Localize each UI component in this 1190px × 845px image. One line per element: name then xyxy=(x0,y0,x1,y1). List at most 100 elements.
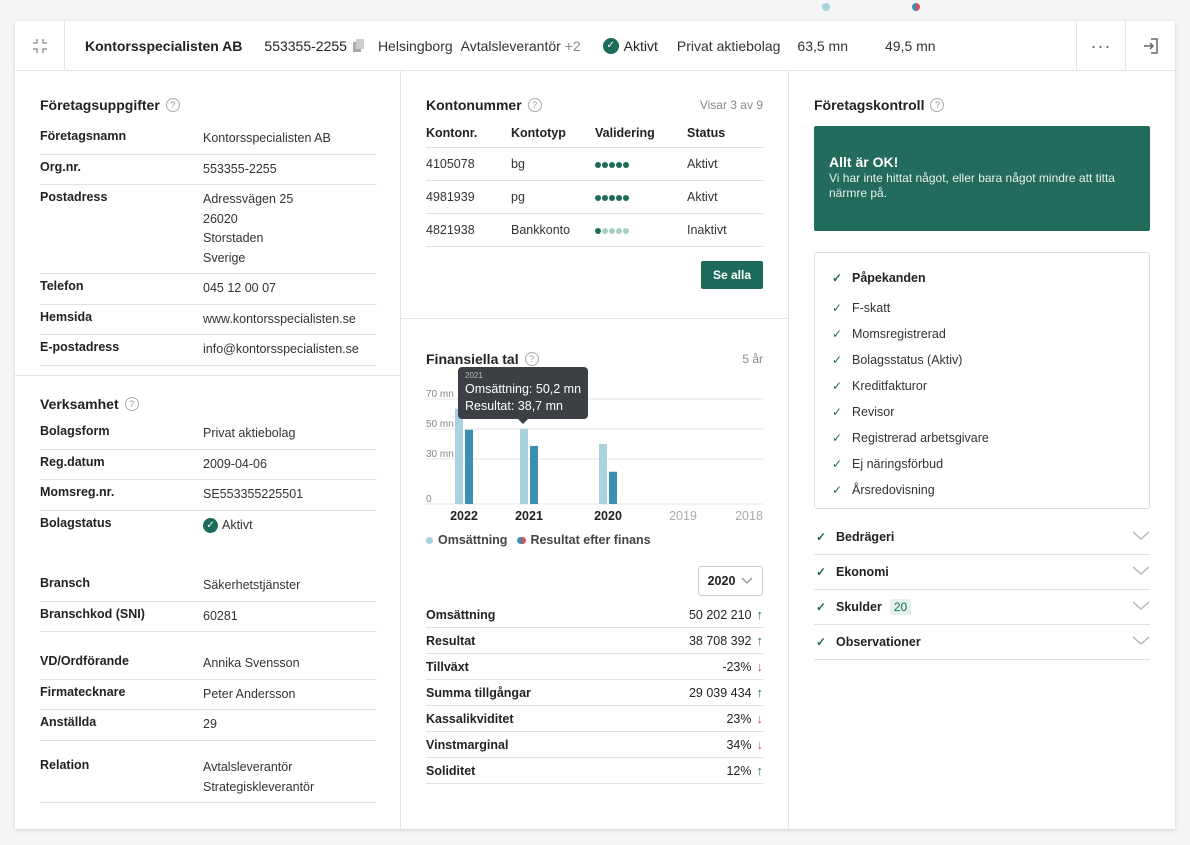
info-key: Relation xyxy=(40,758,90,772)
x-tick-label[interactable]: 2021 xyxy=(515,509,543,523)
info-value: 553355-2255 xyxy=(203,160,377,180)
collapse-button[interactable] xyxy=(15,20,65,71)
info-key: Bolagsform xyxy=(40,424,110,438)
info-value-line: Säkerhetstjänster xyxy=(203,578,301,592)
business-title-text: Verksamhet xyxy=(40,396,119,412)
header-relation-text: Avtalsleverantör xyxy=(460,37,561,54)
table-row[interactable]: 4821938 Bankkonto Inaktivt xyxy=(426,213,763,247)
see-all-button[interactable]: Se alla xyxy=(700,261,763,289)
remarks-checklist: ✓ Påpekanden ✓ F-skatt ✓ Momsregistrerad ✓ Bo… xyxy=(814,252,1150,509)
financial-value: 12% xyxy=(726,763,752,778)
info-value: Annika Svensson xyxy=(203,654,377,674)
table-row[interactable]: 4981939 pg Aktivt xyxy=(426,180,763,214)
help-icon[interactable]: ? xyxy=(124,397,139,411)
header-org-nr: 553355-2255 xyxy=(264,38,364,54)
check-icon: ✓ xyxy=(831,457,843,471)
info-value-line: 553355-2255 xyxy=(203,161,277,176)
help-icon[interactable]: ? xyxy=(165,98,180,112)
help-icon[interactable]: ? xyxy=(527,98,542,112)
table-row[interactable]: 4105078 bg Aktivt xyxy=(426,147,763,181)
section-label: Skulder xyxy=(836,600,882,614)
info-value-line: 60281 xyxy=(203,608,238,623)
y-tick-label: 70 mn xyxy=(426,389,454,400)
validation-dot xyxy=(616,228,622,234)
x-tick-label[interactable]: 2020 xyxy=(594,509,622,523)
financial-value-wrap: 38 708 392 ↑ xyxy=(689,633,763,648)
collapse-icon xyxy=(32,38,47,53)
remarks-list: ✓ F-skatt ✓ Momsregistrerad ✓ Bolagsstatus (A… xyxy=(830,295,1134,503)
validation-dot xyxy=(623,195,629,201)
financials-period: 5 år xyxy=(742,352,763,366)
chart-tooltip: 2021 Omsättning: 50,2 mn Resultat: 38,7 … xyxy=(458,367,589,424)
more-options-button[interactable]: ··· xyxy=(1076,21,1125,71)
info-value: SE553355225501 xyxy=(203,485,377,505)
year-select[interactable]: 2020 xyxy=(698,566,763,596)
remark-label: F-skatt xyxy=(852,301,891,315)
copy-icon[interactable] xyxy=(352,39,364,52)
info-row: Postadress Adressvägen 25 26020 Storstaden S… xyxy=(40,185,377,274)
arrow-down-icon: ↓ xyxy=(756,659,764,674)
company-check-title-text: Företagskontroll xyxy=(814,97,925,113)
bar-result[interactable] xyxy=(530,445,538,504)
info-key: Momsreg.nr. xyxy=(40,485,115,499)
info-value-line[interactable]: www.kontorsspecialisten.se xyxy=(203,312,356,326)
count-badge: 20 xyxy=(889,599,912,615)
check-icon: ✓ xyxy=(815,530,827,544)
help-icon[interactable]: ? xyxy=(524,352,539,366)
legend-revenue[interactable]: Omsättning xyxy=(426,533,507,547)
info-value-line: Privat aktiebolag xyxy=(203,426,296,440)
validation-dot xyxy=(595,195,601,201)
open-button[interactable] xyxy=(1125,21,1175,71)
check-icon: ✓ xyxy=(831,483,843,497)
validation-indicator xyxy=(595,190,630,204)
header-relation-more[interactable]: +2 xyxy=(565,38,581,54)
result-dot xyxy=(517,537,527,544)
info-row: Bolagsform Privat aktiebolag xyxy=(40,419,377,450)
bar-result[interactable] xyxy=(609,471,617,504)
arrow-up-icon: ↑ xyxy=(756,685,764,700)
bar-revenue[interactable] xyxy=(599,444,607,504)
info-row: Reg.datum 2009-04-06 xyxy=(40,450,377,480)
info-key: Företagsnamn xyxy=(40,129,127,143)
remark-label: Ej näringsförbud xyxy=(852,457,944,471)
info-value-line[interactable]: info@kontorsspecialisten.se xyxy=(203,342,359,356)
financial-value: 50 202 210 xyxy=(688,607,752,622)
accounts-column-header[interactable]: Kontonr. xyxy=(426,126,511,148)
info-value: Adressvägen 25 26020 Storstaden Sverige xyxy=(203,190,377,268)
accounts-column-header[interactable]: Validering xyxy=(595,126,687,148)
financial-value: 23% xyxy=(726,711,752,726)
remarks-header[interactable]: ✓ Påpekanden xyxy=(830,265,1134,291)
remark-item: ✓ Kreditfakturor xyxy=(830,373,1134,399)
remark-item: ✓ Bolagsstatus (Aktiv) xyxy=(830,347,1134,373)
business-list-c: VD/Ordförande Annika Svensson Firmatecknar… xyxy=(40,649,377,741)
legend-result[interactable]: Resultat efter finans xyxy=(517,533,651,547)
accounts-column-header[interactable]: Status xyxy=(687,126,763,148)
info-value: 2009-04-06 xyxy=(203,455,377,475)
check-section-bedrägeri[interactable]: ✓ Bedrägeri xyxy=(814,520,1150,555)
bar-revenue[interactable] xyxy=(520,428,528,504)
check-section-ekonomi[interactable]: ✓ Ekonomi xyxy=(814,555,1150,590)
arrow-down-icon: ↓ xyxy=(756,711,764,726)
bar-result[interactable] xyxy=(465,429,473,504)
info-value: info@kontorsspecialisten.se xyxy=(203,340,377,360)
financials-list: Omsättning 50 202 210 ↑ Resultat 38 708 392 ↑… xyxy=(426,602,763,784)
validation-indicator xyxy=(595,157,630,171)
x-tick-label[interactable]: 2022 xyxy=(450,509,478,523)
accounts-column-header[interactable]: Kontotyp xyxy=(511,126,595,148)
check-section-observationer[interactable]: ✓ Observationer xyxy=(814,625,1150,660)
x-tick-label[interactable]: 2018 xyxy=(735,509,763,523)
business-list-a: Bolagsform Privat aktiebolag Reg.datum 2009… xyxy=(40,419,377,540)
info-key: Bolagstatus xyxy=(40,515,112,530)
info-value: ✓ Aktivt xyxy=(203,516,377,536)
help-icon[interactable]: ? xyxy=(930,98,945,112)
header-company-name: Kontorsspecialisten AB xyxy=(85,37,243,54)
header-revenue: 63,5 mn xyxy=(797,37,848,54)
x-tick-label[interactable]: 2019 xyxy=(669,509,697,523)
financial-value: 29 039 434 xyxy=(688,685,752,700)
remark-label: Bolagsstatus (Aktiv) xyxy=(852,353,963,367)
validation-dots xyxy=(595,147,687,181)
check-section-skulder[interactable]: ✓ Skulder 20 xyxy=(814,590,1150,625)
info-value: Privat aktiebolag xyxy=(203,424,377,444)
bar-revenue[interactable] xyxy=(455,408,463,504)
check-icon: ✓ xyxy=(831,405,843,419)
